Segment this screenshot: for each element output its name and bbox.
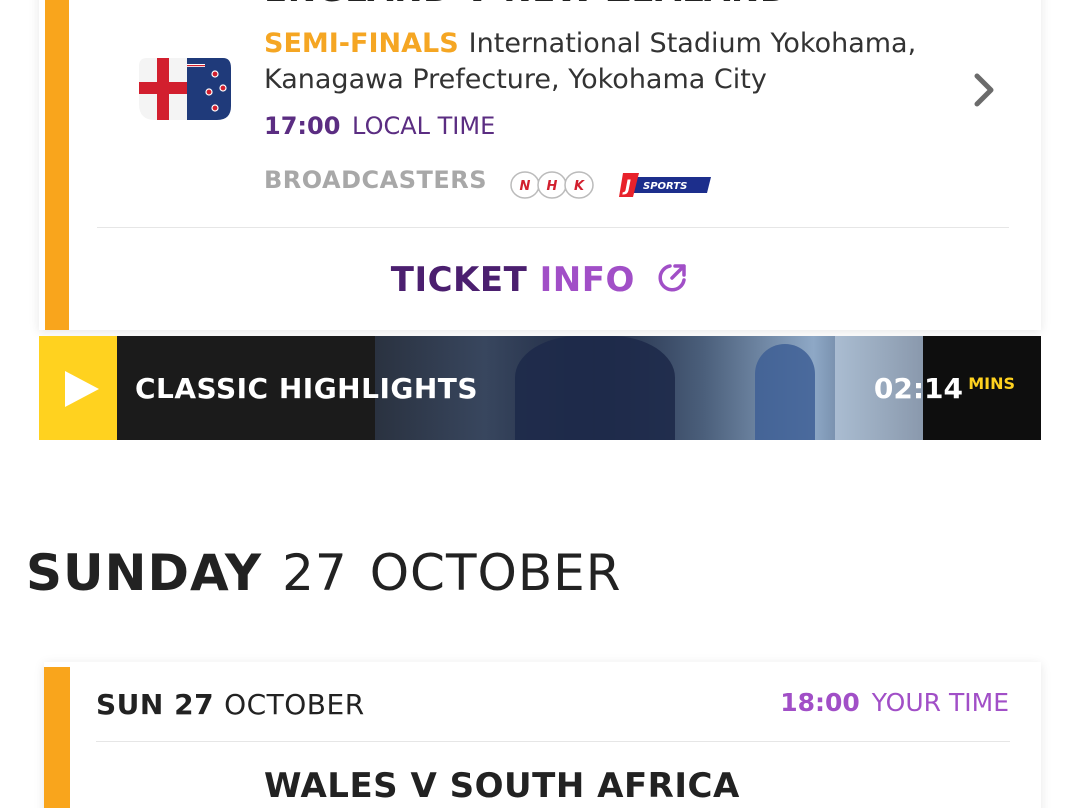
chevron-right-icon[interactable] xyxy=(969,70,999,110)
day-heading: SUNDAY 27 OCTOBER xyxy=(26,544,622,602)
kickoff-time: 17:00 LOCAL TIME xyxy=(264,112,495,140)
kickoff-time-value: 17:00 xyxy=(264,112,341,140)
your-time-label: YOUR TIME xyxy=(871,688,1009,717)
match-date-day: SUN 27 xyxy=(96,688,215,721)
day-heading-month: OCTOBER xyxy=(369,544,622,602)
ticket-info-link[interactable]: TICKET INFO xyxy=(39,260,1041,300)
ticket-info-label-b: INFO xyxy=(539,260,635,300)
your-time: 18:00 YOUR TIME xyxy=(780,688,1009,717)
ticket-info-label-a: TICKET xyxy=(390,260,528,300)
match-date-month: OCTOBER xyxy=(224,688,365,721)
match-card-wales-sa[interactable]: SUN 27 OCTOBER 18:00 YOUR TIME WALES V SO… xyxy=(44,662,1041,808)
match-venue: SEMI-FINALS International Stadium Yokoham… xyxy=(264,26,964,98)
day-heading-day: SUNDAY xyxy=(26,544,263,602)
svg-text:N: N xyxy=(520,179,531,194)
match-card-england-nz[interactable]: ENGLAND V NEW ZEALAND SEMI-FINALSInterna… xyxy=(39,0,1041,330)
card-divider xyxy=(97,227,1009,228)
broadcasters-label: BROADCASTERS xyxy=(264,166,488,194)
svg-text:H: H xyxy=(547,179,558,194)
match-title: ENGLAND V NEW ZEALAND xyxy=(264,0,789,12)
svg-text:K: K xyxy=(574,179,585,194)
jsports-logo: J SPORTS xyxy=(619,173,711,197)
classic-highlights-banner[interactable]: CLASSIC HIGHLIGHTS 02:14 MINS xyxy=(39,336,1041,440)
kickoff-time-label: LOCAL TIME xyxy=(352,112,496,140)
match-date: SUN 27 OCTOBER xyxy=(96,688,365,721)
england-newzealand-flags-icon xyxy=(139,58,231,120)
play-button[interactable] xyxy=(39,336,117,440)
highlights-label: CLASSIC HIGHLIGHTS xyxy=(135,372,479,405)
day-heading-date: 27 xyxy=(282,544,348,602)
external-link-icon xyxy=(658,264,686,292)
play-icon xyxy=(65,371,99,407)
match-title: WALES V SOUTH AFRICA xyxy=(264,766,740,806)
match-stage: SEMI-FINALS xyxy=(264,28,459,59)
your-time-value: 18:00 xyxy=(780,688,860,717)
nhk-logo: N H K xyxy=(510,171,594,199)
highlights-duration-unit: MINS xyxy=(968,374,1015,393)
svg-text:SPORTS: SPORTS xyxy=(643,181,687,192)
card-accent-bar xyxy=(44,667,70,808)
card-divider xyxy=(96,741,1010,742)
highlights-duration: 02:14 xyxy=(873,372,963,405)
